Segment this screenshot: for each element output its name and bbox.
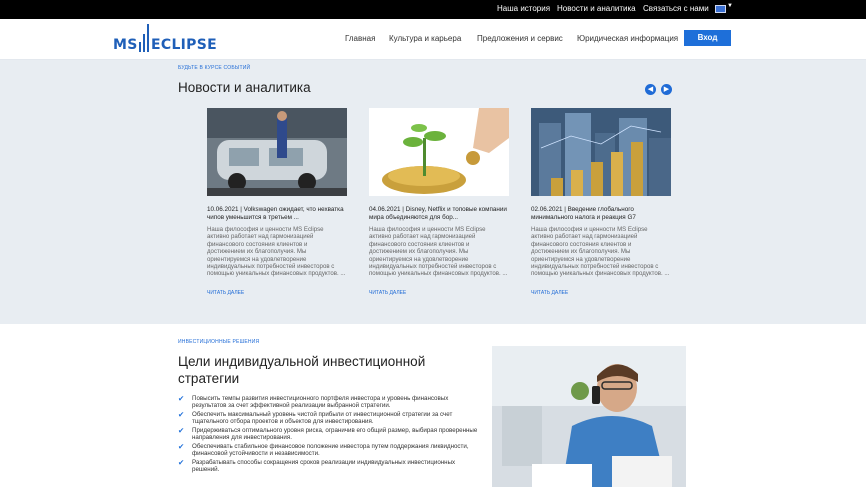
- list-item-text: Разрабатывать способы сокращения сроков …: [192, 459, 456, 474]
- news-card-title[interactable]: 02.06.2021 | Введение глобального минима…: [531, 206, 671, 222]
- news-image-factory[interactable]: [207, 108, 347, 196]
- list-item-text: Придерживаться оптимального уровня риска…: [192, 427, 478, 442]
- invest-kicker: ИНВЕСТИЦИОННЫЕ РЕШЕНИЯ: [178, 339, 260, 345]
- logo-bar: [147, 24, 149, 52]
- check-icon: ✔: [178, 458, 185, 467]
- list-item: ✔ Придерживаться оптимального уровня риск…: [178, 426, 478, 442]
- check-icon: ✔: [178, 442, 185, 451]
- list-item-text: Обеспечить максимальный уровень чистой п…: [192, 411, 453, 426]
- check-icon: ✔: [178, 394, 185, 403]
- news-card-desc: Наша философия и ценности MS Eclipse акт…: [207, 226, 346, 278]
- news-card[interactable]: 02.06.2021 | Введение глобального минима…: [531, 108, 671, 296]
- top-link-news[interactable]: Новости и аналитика: [557, 4, 636, 13]
- list-item: ✔ Разрабатывать способы сокращения сроков…: [178, 458, 478, 474]
- chevron-left-icon[interactable]: ◀: [645, 84, 656, 95]
- top-bar: Наша история Новости и аналитика Связать…: [0, 0, 866, 19]
- news-card-title[interactable]: 04.06.2021 | Disney, Netflix и топовые к…: [369, 206, 509, 222]
- nav-offers-service[interactable]: Предложения и сервис: [477, 34, 563, 43]
- logo-bar: [139, 42, 141, 52]
- chevron-right-icon[interactable]: ▶: [661, 84, 672, 95]
- news-card-desc: Наша философия и ценности MS Eclipse акт…: [531, 226, 670, 278]
- logo-text-eclipse: ECLIPSE: [151, 37, 217, 53]
- nav-home[interactable]: Главная: [345, 34, 375, 43]
- list-item: ✔ Обеспечить максимальный уровень чистой …: [178, 410, 478, 426]
- list-item: ✔ Обеспечивать стабильное финансовое поло…: [178, 442, 478, 458]
- invest-goals-list: ✔ Повысить темпы развития инвестиционного…: [178, 395, 478, 475]
- nav-culture-career[interactable]: Культура и карьера: [389, 34, 461, 43]
- list-item-text: Обеспечивать стабильное финансовое полож…: [192, 443, 469, 458]
- news-card[interactable]: 04.06.2021 | Disney, Netflix и топовые к…: [369, 108, 509, 296]
- check-icon: ✔: [178, 426, 185, 435]
- news-image-coins[interactable]: [369, 108, 509, 196]
- chevron-down-icon[interactable]: ▼: [727, 3, 733, 9]
- read-more-link[interactable]: ЧИТАТЬ ДАЛЕЕ: [531, 290, 568, 296]
- investor-photo: [492, 346, 686, 487]
- logo-bar: [143, 34, 145, 52]
- news-card-title[interactable]: 10.06.2021 | Volkswagen ожидает, что нех…: [207, 206, 347, 222]
- nav-legal-info[interactable]: Юридическая информация: [577, 34, 678, 43]
- list-item: ✔ Повысить темпы развития инвестиционного…: [178, 394, 478, 410]
- news-image-city[interactable]: [531, 108, 671, 196]
- list-item-text: Повысить темпы развития инвестиционного …: [192, 395, 449, 410]
- top-link-history[interactable]: Наша история: [497, 4, 550, 13]
- news-card-desc: Наша философия и ценности MS Eclipse акт…: [369, 226, 508, 278]
- news-card[interactable]: 10.06.2021 | Volkswagen ожидает, что нех…: [207, 108, 347, 296]
- read-more-link[interactable]: ЧИТАТЬ ДАЛЕЕ: [369, 290, 406, 296]
- login-button[interactable]: Вход: [684, 30, 731, 46]
- check-icon: ✔: [178, 410, 185, 419]
- top-link-contact[interactable]: Связаться с нами: [643, 4, 709, 13]
- news-kicker: БУДЬТЕ В КУРСЕ СОБЫТИЙ: [178, 65, 251, 71]
- logo-text-ms: MS: [113, 37, 138, 53]
- news-title: Новости и аналитика: [178, 80, 311, 95]
- logo[interactable]: MS ECLIPSE: [113, 22, 223, 54]
- invest-title: Цели индивидуальной инвестиционной страт…: [178, 354, 426, 386]
- flag-icon[interactable]: [715, 5, 726, 13]
- read-more-link[interactable]: ЧИТАТЬ ДАЛЕЕ: [207, 290, 244, 296]
